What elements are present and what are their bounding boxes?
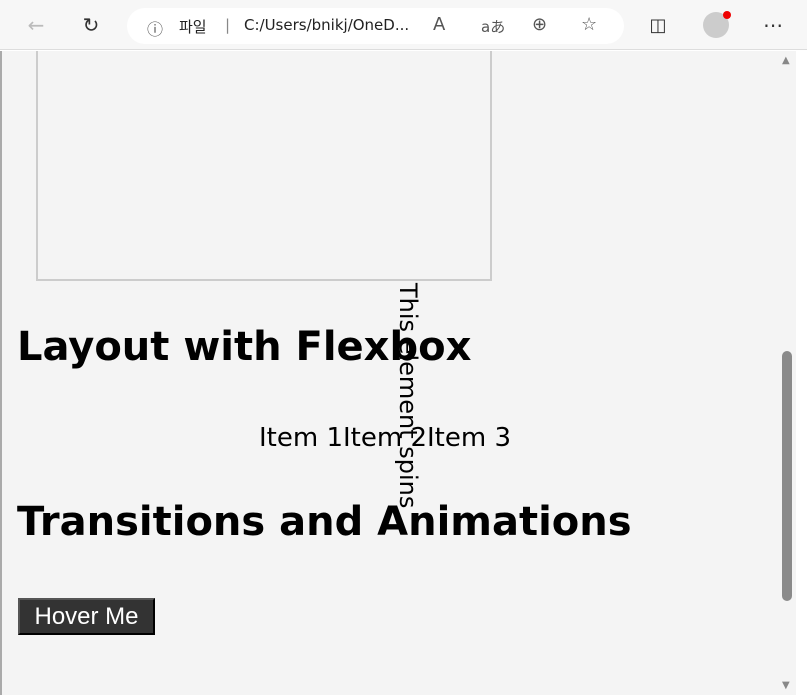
scrollbar-thumb[interactable] — [782, 351, 792, 601]
flex-item: Item 3 — [427, 423, 511, 453]
refresh-icon[interactable]: ↻ — [78, 12, 104, 38]
flex-item: Item 1 — [259, 423, 343, 453]
read-aloud-icon[interactable]: A — [433, 14, 445, 35]
flex-container: Item 1 Item 2 Item 3 — [259, 423, 511, 453]
site-label: 파일 — [179, 18, 207, 36]
profile-avatar-icon[interactable] — [703, 11, 731, 38]
favorite-star-icon[interactable]: ☆ — [581, 14, 597, 35]
scroll-down-icon[interactable]: ▼ — [782, 680, 790, 691]
split-screen-icon[interactable]: ◫ — [645, 12, 671, 38]
page-content: Layout with Flexbox Item 1 Item 2 Item 3… — [0, 51, 778, 695]
heading-transitions: Transitions and Animations — [17, 499, 632, 545]
address-bar[interactable]: ⓘ 파일 | C:/Users/bnikj/OneD... A aあ ⊕ ☆ — [127, 8, 624, 44]
window-edge — [796, 51, 807, 695]
scroll-up-icon[interactable]: ▲ — [782, 55, 790, 66]
info-icon[interactable]: ⓘ — [147, 16, 163, 40]
back-arrow-icon[interactable]: ← — [23, 12, 49, 38]
vertical-scrollbar[interactable]: ▲ ▼ — [778, 51, 796, 695]
separator: | — [225, 16, 231, 34]
url-text[interactable]: C:/Users/bnikj/OneD... — [244, 16, 409, 34]
spinning-element: This element spins — [394, 283, 422, 509]
notification-dot — [723, 11, 731, 19]
browser-toolbar: ← ↻ ⓘ 파일 | C:/Users/bnikj/OneD... A aあ ⊕… — [0, 0, 807, 50]
bordered-box — [36, 51, 492, 281]
hover-me-button[interactable]: Hover Me — [18, 598, 155, 635]
zoom-icon[interactable]: ⊕ — [532, 14, 547, 35]
translate-icon[interactable]: aあ — [481, 16, 505, 37]
more-menu-icon[interactable]: ⋯ — [760, 12, 786, 38]
